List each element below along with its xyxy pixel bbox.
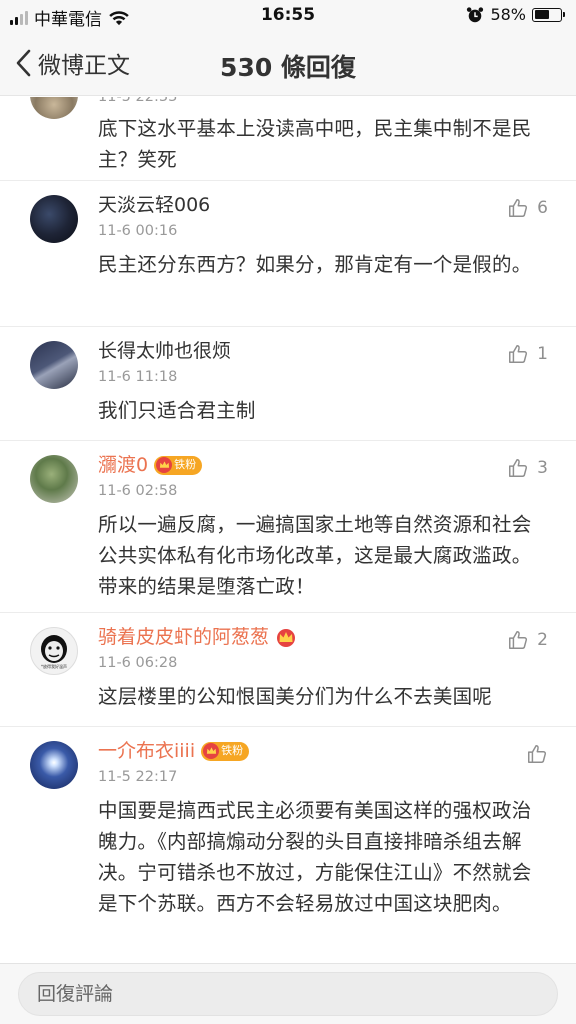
like-count: 2: [537, 630, 548, 650]
avatar[interactable]: [30, 741, 78, 789]
comment-username[interactable]: 天淡云轻006: [98, 193, 546, 217]
comment-time: 11-6 02:58: [98, 483, 178, 499]
thumbs-up-icon: [528, 745, 547, 763]
comment-text: 底下这水平基本上没读高中吧，民主集中制不是民主？笑死: [98, 117, 532, 171]
comment-text: 民主还分东西方？如果分，那肯定有一个是假的。: [98, 253, 532, 276]
thumbs-up-icon: [509, 459, 528, 477]
fan-badge: 铁粉: [154, 455, 203, 475]
comment-time: 11-5 22:33: [98, 97, 178, 105]
avatar[interactable]: [30, 97, 78, 119]
status-bar: 中華電信 16:55 58%: [0, 0, 576, 32]
like-button[interactable]: 3: [507, 457, 548, 479]
comment-username[interactable]: 骑着皮皮虾的阿葱葱: [98, 625, 546, 649]
comment-time: 11-6 11:18: [98, 369, 178, 385]
comment-text: 所以一遍反腐，一遍搞国家土地等自然资源和社会公共实体私有化市场化改革，这是最大腐…: [98, 513, 532, 598]
reply-input[interactable]: 回復評論: [18, 972, 558, 1016]
comment-username[interactable]: 长得太帅也很烦: [98, 339, 546, 363]
thumbs-up-icon: [509, 345, 528, 363]
comment-item: 长得太帅也很烦 11-6 11:18 我们只适合君主制 1: [0, 327, 576, 441]
comment-item: 瀰渡0 铁粉 11-6 02:58 所以一遍反腐，一遍搞国家土地等自然资源和社会…: [0, 441, 576, 613]
bottom-bar: 回復評論: [0, 963, 576, 1024]
comment-username[interactable]: 瀰渡0 铁粉: [98, 453, 546, 477]
thumbs-up-icon: [509, 199, 528, 217]
comment-text: 我们只适合君主制: [98, 399, 256, 422]
avatar[interactable]: [30, 195, 78, 243]
comment-item: *放得我好温声 骑着皮皮虾的阿葱葱 11-6 06:28 这层楼里的公知恨国美分…: [0, 613, 576, 727]
comment-text: 中国要是搞西式民主必须要有美国这样的强权政治魄力。《内部搞煽动分裂的头目直接排暗…: [98, 799, 532, 915]
fan-badge: 铁粉: [201, 741, 250, 761]
like-count: 6: [537, 198, 548, 218]
username-text: 瀰渡0: [98, 454, 149, 476]
like-button[interactable]: 1: [507, 343, 548, 365]
like-button[interactable]: 6: [507, 197, 548, 219]
like-count: 1: [537, 344, 548, 364]
comment-item: 11-5 22:33 底下这水平基本上没读高中吧，民主集中制不是民主？笑死: [0, 97, 576, 181]
comment-text: 这层楼里的公知恨国美分们为什么不去美国呢: [98, 685, 493, 708]
like-button[interactable]: [526, 743, 548, 765]
comment-time: 11-6 00:16: [98, 223, 178, 239]
username-text: 骑着皮皮虾的阿葱葱: [98, 626, 270, 648]
crown-badge-icon: [275, 627, 297, 647]
username-text: 一介布衣iiii: [98, 740, 196, 762]
comment-list: 11-5 22:33 底下这水平基本上没读高中吧，民主集中制不是民主？笑死 天淡…: [0, 97, 576, 963]
meme-face-icon: [41, 634, 67, 663]
comment-item: 一介布衣iiii 铁粉 11-5 22:17 中国要是搞西式民主必须要有美国这样…: [0, 727, 576, 963]
thumbs-up-icon: [509, 631, 528, 649]
crown-icon: [156, 457, 173, 473]
alarm-icon: [467, 6, 484, 22]
avatar[interactable]: [30, 455, 78, 503]
comment-time: 11-6 06:28: [98, 655, 178, 671]
crown-icon: [203, 743, 220, 759]
comment-time: 11-5 22:17: [98, 769, 178, 785]
avatar[interactable]: *放得我好温声: [30, 627, 78, 675]
like-button[interactable]: 2: [507, 629, 548, 651]
nav-bar: 微博正文 530 條回復: [0, 32, 576, 96]
like-count: 3: [537, 458, 548, 478]
battery-icon: [532, 7, 565, 22]
comment-username[interactable]: 一介布衣iiii 铁粉: [98, 739, 546, 763]
avatar[interactable]: [30, 341, 78, 389]
avatar-caption: *放得我好温声: [41, 663, 67, 669]
page-title: 530 條回復: [220, 53, 356, 82]
comment-item: 天淡云轻006 11-6 00:16 民主还分东西方？如果分，那肯定有一个是假的…: [0, 181, 576, 327]
battery-percent: 58%: [490, 5, 526, 24]
